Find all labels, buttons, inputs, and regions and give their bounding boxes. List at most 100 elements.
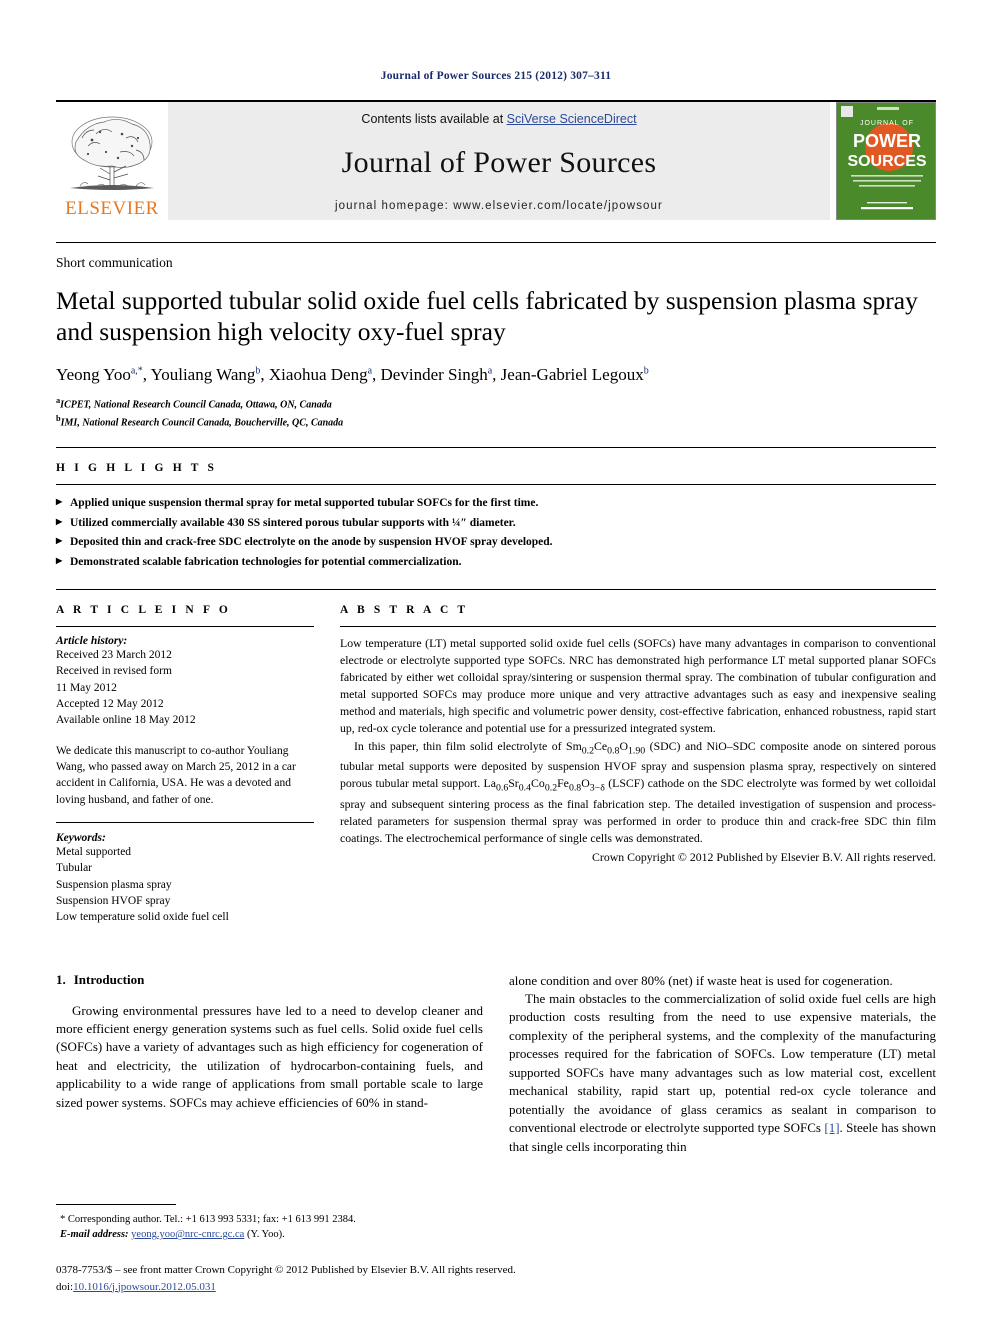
list-item: Applied unique suspension thermal spray … [56, 494, 936, 514]
keywords-block: Keywords: Metal supported Tubular Suspen… [56, 821, 314, 926]
running-head: Journal of Power Sources 215 (2012) 307–… [380, 70, 612, 82]
body-paragraph: Growing environmental pressures have led… [56, 1002, 483, 1110]
abstract-text: Ce [594, 738, 608, 753]
abstract-text: Sr [508, 776, 519, 791]
author: Yeong Yooa,* [56, 365, 143, 384]
page-title: Metal supported tubular solid oxide fuel… [56, 286, 918, 347]
author: Xiaohua Denga [269, 365, 372, 384]
elsevier-wordmark: ELSEVIER [65, 198, 159, 219]
masthead-center-banner: Contents lists available at SciVerse Sci… [168, 102, 830, 220]
journal-cover-thumbnail: JOURNAL OF POWER SOURCES [836, 102, 936, 220]
list-item: Utilized commercially available 430 SS s… [56, 514, 936, 534]
formula-subscript: 0.6 [495, 782, 509, 794]
highlights-divider [56, 483, 936, 485]
formula-subscript: 0.4 [518, 782, 532, 794]
contents-available-line: Contents lists available at SciVerse Sci… [361, 112, 636, 126]
abstract-body: Low temperature (LT) metal supported sol… [340, 635, 936, 865]
keyword: Suspension plasma spray [56, 878, 172, 891]
author-name: Devinder Singh [380, 365, 488, 385]
author: Youliang Wangb [151, 365, 261, 384]
abstract-column: A B S T R A C T Low temperature (LT) met… [340, 604, 936, 926]
corresponding-author-line: * Corresponding author. Tel.: +1 613 993… [60, 1213, 356, 1225]
author-marks: a [367, 365, 373, 377]
author-list: Yeong Yooa,*, Youliang Wangb, Xiaohua De… [56, 365, 649, 385]
formula-subscript: 3−δ [589, 782, 605, 794]
article-type: Short communication [56, 242, 936, 271]
doi-label: doi: [56, 1280, 74, 1293]
email-suffix: (Y. Yoo). [244, 1229, 285, 1241]
highlights-section: H I G H L I G H T S Applied unique suspe… [56, 446, 936, 573]
author-name: Youliang Wang [150, 365, 256, 385]
author-marks: b [255, 365, 261, 377]
highlights-list: Applied unique suspension thermal spray … [56, 494, 936, 573]
formula-subscript: 1.90 [627, 744, 646, 756]
keyword: Metal supported [56, 845, 132, 858]
affiliation: aICPET, National Research Council Canada… [56, 395, 936, 413]
page-footer: 0378-7753/$ – see front matter Crown Cop… [56, 1262, 936, 1295]
formula-subscript: 0.2 [544, 782, 558, 794]
history-line: 11 May 2012 [56, 681, 117, 694]
svg-text:JOURNAL OF: JOURNAL OF [860, 120, 914, 127]
history-line: Accepted 12 May 2012 [56, 697, 164, 710]
author-name: Jean-Gabriel Legoux [500, 365, 644, 385]
journal-title: Journal of Power Sources [341, 146, 657, 179]
doi-line: doi:10.1016/j.jpowsour.2012.05.031 [56, 1279, 936, 1296]
author-marks: a [487, 365, 493, 377]
footnote-divider [56, 1203, 176, 1205]
abstract-paragraph: Low temperature (LT) metal supported sol… [340, 635, 936, 736]
abstract-text: In this paper, thin film solid electroly… [354, 738, 582, 753]
journal-cover-image: JOURNAL OF POWER SOURCES [837, 103, 935, 219]
svg-text:POWER: POWER [853, 131, 921, 151]
corresponding-author-footnote: * Corresponding author. Tel.: +1 613 993… [56, 1203, 496, 1244]
email-line: E-mail address: yeong.yoo@nrc-cnrc.gc.ca… [56, 1227, 496, 1243]
article-history-label: Article history: [56, 634, 128, 647]
dedication-note: We dedicate this manuscript to co-author… [56, 744, 296, 806]
email-label: E-mail address: [60, 1229, 129, 1241]
elsevier-tree-icon [70, 116, 154, 190]
abstract-text: O [581, 776, 590, 791]
contents-prefix: Contents lists available at [361, 112, 507, 126]
formula-subscript: 0.2 [581, 744, 595, 756]
issn-copyright-line: 0378-7753/$ – see front matter Crown Cop… [56, 1264, 516, 1276]
history-line: Received 23 March 2012 [56, 648, 172, 661]
article-info-column: A R T I C L E I N F O Article history: R… [56, 604, 314, 926]
highlights-label: H I G H L I G H T S [56, 461, 218, 474]
abstract-copyright: Crown Copyright © 2012 Published by Else… [592, 850, 936, 865]
affiliation-list: aICPET, National Research Council Canada… [56, 395, 936, 431]
journal-homepage-line: journal homepage: www.elsevier.com/locat… [335, 200, 663, 212]
abstract-text: O [619, 738, 628, 753]
body-column-right: alone condition and over 80% (net) if wa… [509, 972, 936, 1157]
list-item: Demonstrated scalable fabrication techno… [56, 553, 936, 573]
history-line: Available online 18 May 2012 [56, 714, 196, 727]
section-number: 1. [56, 971, 66, 987]
abstract-label: A B S T R A C T [340, 603, 469, 616]
formula-subscript: 0.8 [607, 744, 620, 756]
email-link[interactable]: yeong.yoo@nrc-cnrc.gc.ca [131, 1229, 244, 1240]
svg-text:SOURCES: SOURCES [847, 153, 926, 170]
author-marks: b [643, 365, 649, 377]
abstract-text: Co [531, 776, 545, 791]
section-title: Introduction [73, 971, 145, 987]
article-info-label: A R T I C L E I N F O [56, 603, 231, 616]
keyword: Suspension HVOF spray [56, 894, 171, 907]
section-heading-introduction: 1. Introduction [56, 972, 483, 988]
sciencedirect-link[interactable]: SciVerse ScienceDirect [507, 112, 637, 126]
article-first-page: Journal of Power Sources 215 (2012) 307–… [0, 0, 992, 1323]
abstract-text: Fe [557, 776, 569, 791]
body-column-left: 1. Introduction Growing environmental pre… [56, 972, 483, 1157]
body-paragraph: The main obstacles to the commercializat… [509, 990, 936, 1156]
citation-link[interactable]: [1] [824, 1120, 839, 1135]
body-text: The main obstacles to the commercializat… [509, 990, 936, 1136]
affiliation-text: IMI, National Research Council Canada, B… [60, 417, 344, 429]
body-paragraph: alone condition and over 80% (net) if wa… [509, 972, 893, 988]
list-item: Deposited thin and crack-free SDC electr… [56, 533, 936, 553]
formula-subscript: 0.8 [568, 782, 582, 794]
keyword: Low temperature solid oxide fuel cell [56, 911, 229, 924]
info-abstract-section: A R T I C L E I N F O Article history: R… [56, 588, 936, 926]
keywords-label: Keywords: [56, 831, 106, 844]
abstract-paragraph: In this paper, thin film solid electroly… [340, 738, 936, 848]
doi-link[interactable]: 10.1016/j.jpowsour.2012.05.031 [73, 1281, 216, 1293]
author-name: Yeong Yoo [56, 365, 131, 385]
author: Jean-Gabriel Legouxb [501, 365, 649, 384]
body-columns: 1. Introduction Growing environmental pre… [56, 972, 936, 1157]
